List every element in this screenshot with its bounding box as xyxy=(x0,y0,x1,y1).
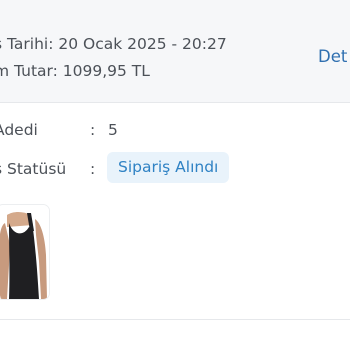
order-detail-screen: ş Tarihi: 20 Ocak 2025 - 20:27 m Tutar: … xyxy=(0,0,350,350)
quantity-value: 5 xyxy=(108,121,118,139)
status-badge: Sipariş Alındı xyxy=(107,152,230,183)
order-details-link[interactable]: Det xyxy=(318,47,347,66)
product-image xyxy=(0,205,49,299)
quantity-colon: : xyxy=(90,121,96,139)
product-thumbnail[interactable] xyxy=(0,204,50,300)
order-date: ş Tarihi: 20 Ocak 2025 - 20:27 xyxy=(0,35,227,53)
order-footer-bar xyxy=(0,319,350,350)
status-colon: : xyxy=(90,160,96,178)
quantity-row: Adedi : 5 xyxy=(0,113,350,149)
quantity-label: Adedi xyxy=(0,121,38,139)
status-label: ş Statüsü xyxy=(0,160,67,178)
order-total: m Tutar: 1099,95 TL xyxy=(0,62,150,80)
order-summary-header: ş Tarihi: 20 Ocak 2025 - 20:27 m Tutar: … xyxy=(0,0,350,103)
